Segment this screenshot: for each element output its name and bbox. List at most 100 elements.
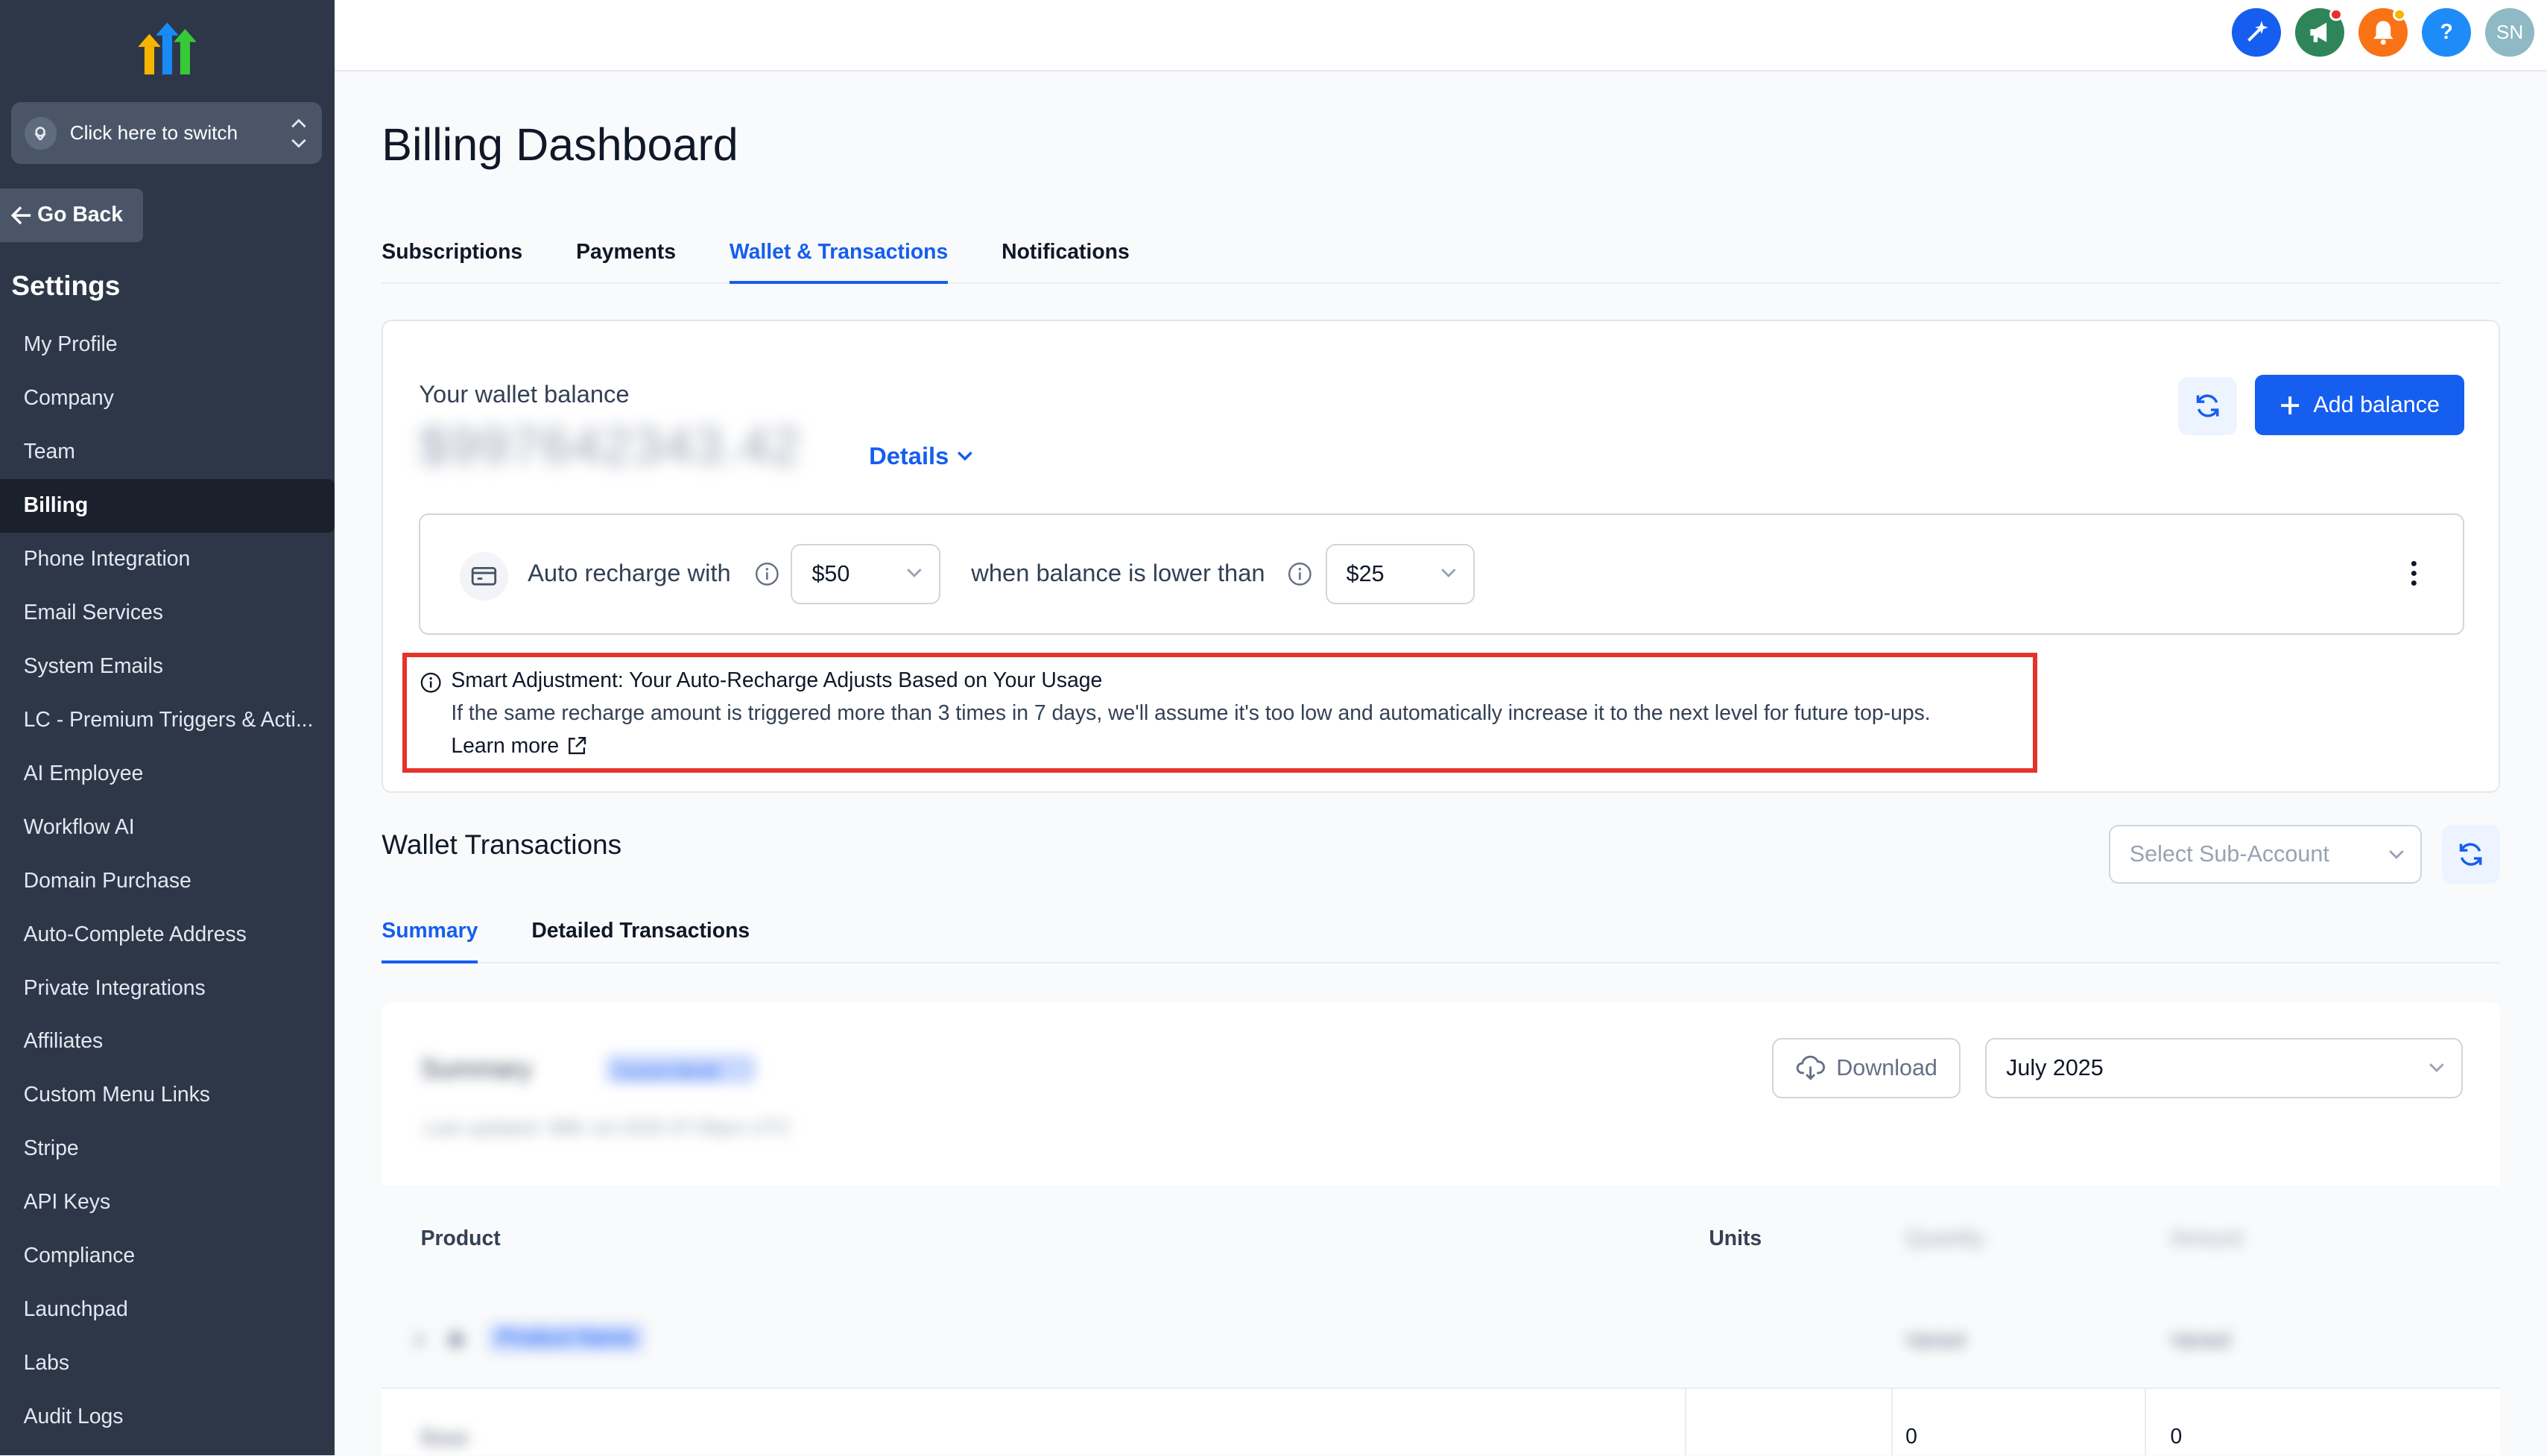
sidebar-item-ai-employee[interactable]: AI Employee <box>0 747 335 801</box>
month-select[interactable]: July 2025 <box>1984 1038 2463 1098</box>
sidebar-item-labs[interactable]: Labs <box>0 1337 335 1390</box>
settings-nav: My Profile Company Team Billing Phone In… <box>0 318 335 1444</box>
info-icon[interactable] <box>1288 562 1312 586</box>
threshold-amount-select[interactable]: $25 <box>1325 543 1475 604</box>
chevron-up-down-icon <box>291 118 306 148</box>
row-name: Base <box>420 1425 469 1450</box>
column-divider <box>1891 1388 1893 1456</box>
refresh-icon <box>2459 843 2482 866</box>
switcher-label: Click here to switch <box>69 121 238 145</box>
threshold-amount-value: $25 <box>1346 560 1385 586</box>
notifications-button[interactable] <box>2358 7 2408 57</box>
sidebar-item-workflow-ai[interactable]: Workflow AI <box>0 801 335 855</box>
sidebar-item-api-keys[interactable]: API Keys <box>0 1176 335 1229</box>
tab-wallet-transactions[interactable]: Wallet & Transactions <box>729 224 949 285</box>
billing-tabs: Subscriptions Payments Wallet & Transact… <box>382 224 2501 285</box>
row-amount: 0 <box>2170 1424 2183 1449</box>
tab-subscriptions[interactable]: Subscriptions <box>382 224 522 285</box>
settings-title: Settings <box>11 269 121 301</box>
table-row: Base 0 0 <box>382 1387 2501 1456</box>
month-value: July 2025 <box>2006 1054 2104 1080</box>
recharge-amount-select[interactable]: $50 <box>791 543 940 604</box>
tab-payments[interactable]: Payments <box>576 224 676 285</box>
sidebar-item-premium-triggers[interactable]: LC - Premium Triggers & Acti... <box>0 694 335 747</box>
tab-summary[interactable]: Summary <box>382 906 478 963</box>
learn-more-link[interactable]: Learn more <box>451 734 586 759</box>
sidebar-item-domain-purchase[interactable]: Domain Purchase <box>0 855 335 908</box>
transactions-tabs: Summary Detailed Transactions <box>382 906 2501 963</box>
notification-dot <box>2329 7 2343 22</box>
account-switcher[interactable]: Click here to switch <box>11 102 322 165</box>
app-logo-icon[interactable] <box>136 21 198 79</box>
row-quantity: 0 <box>1905 1424 1917 1449</box>
details-toggle[interactable]: Details <box>869 442 973 470</box>
product-name[interactable]: Product Name <box>489 1323 644 1352</box>
summary-period-label: Current Month <box>616 1062 720 1081</box>
summary-period-pill: Current Month <box>606 1054 756 1084</box>
sidebar: Click here to switch Go Back Settings My… <box>0 0 335 1456</box>
header-quantity: Quantity <box>1905 1226 1984 1250</box>
sidebar-item-launchpad[interactable]: Launchpad <box>0 1283 335 1337</box>
sidebar-item-custom-menu-links[interactable]: Custom Menu Links <box>0 1069 335 1122</box>
recharge-amount-value: $50 <box>811 560 850 586</box>
refresh-icon <box>2196 394 2219 417</box>
sidebar-item-audit-logs[interactable]: Audit Logs <box>0 1390 335 1444</box>
sidebar-item-team[interactable]: Team <box>0 425 335 479</box>
table-header: Product Units Quantity Amount <box>382 1186 2501 1290</box>
ai-sparkle-button[interactable] <box>2232 7 2281 57</box>
announcements-button[interactable] <box>2295 7 2344 57</box>
go-back-label: Go Back <box>37 203 124 227</box>
refresh-balance-button[interactable] <box>2178 376 2237 436</box>
sidebar-item-private-integrations[interactable]: Private Integrations <box>0 962 335 1016</box>
sidebar-item-company[interactable]: Company <box>0 372 335 425</box>
tab-notifications[interactable]: Notifications <box>1002 224 1130 285</box>
sidebar-item-affiliates[interactable]: Affiliates <box>0 1015 335 1069</box>
table-row[interactable]: Product Name Varied Varied <box>382 1289 2501 1387</box>
wallet-balance-label: Your wallet balance <box>419 379 630 408</box>
chevron-down-icon <box>907 569 922 578</box>
page-title: Billing Dashboard <box>382 119 738 171</box>
sidebar-item-email-services[interactable]: Email Services <box>0 586 335 640</box>
chevron-down-icon <box>2388 850 2404 859</box>
help-question-icon: ? <box>2440 20 2453 45</box>
sidebar-item-system-emails[interactable]: System Emails <box>0 640 335 694</box>
header-product: Product <box>420 1226 501 1250</box>
add-balance-button[interactable]: Add balance <box>2254 375 2464 436</box>
top-bar: ? SN <box>335 0 2547 72</box>
sidebar-item-auto-complete-address[interactable]: Auto-Complete Address <box>0 908 335 962</box>
column-divider <box>1684 1388 1686 1456</box>
external-link-icon <box>569 737 586 755</box>
user-avatar[interactable]: SN <box>2485 7 2534 57</box>
download-button[interactable]: Download <box>1772 1038 1961 1098</box>
smart-adjustment-notice: Smart Adjustment: Your Auto-Recharge Adj… <box>402 653 2037 773</box>
help-button[interactable]: ? <box>2422 7 2471 57</box>
chevron-right-icon[interactable] <box>414 1332 424 1349</box>
sidebar-item-my-profile[interactable]: My Profile <box>0 318 335 372</box>
row-amount: Varied <box>2170 1329 2230 1353</box>
product-icon <box>448 1332 465 1349</box>
tab-detailed-transactions[interactable]: Detailed Transactions <box>531 906 750 963</box>
download-label: Download <box>1836 1054 1937 1080</box>
add-balance-label: Add balance <box>2313 392 2440 418</box>
summary-subtitle: Last updated: 08th Jul 2025 07:00pm UTC <box>423 1115 791 1139</box>
sub-account-select[interactable]: Select Sub-Account <box>2108 825 2423 884</box>
sidebar-item-compliance[interactable]: Compliance <box>0 1229 335 1283</box>
more-vertical-icon[interactable] <box>2411 560 2417 586</box>
header-units: Units <box>1709 1226 1762 1250</box>
sub-account-placeholder: Select Sub-Account <box>2129 841 2329 867</box>
go-back-button[interactable]: Go Back <box>0 188 143 242</box>
sidebar-item-billing[interactable]: Billing <box>0 479 335 534</box>
smart-adjustment-body: If the same recharge amount is triggered… <box>451 701 1931 726</box>
arrow-left-icon <box>11 206 31 224</box>
refresh-transactions-button[interactable] <box>2441 825 2500 884</box>
sidebar-item-stripe[interactable]: Stripe <box>0 1122 335 1176</box>
info-icon[interactable] <box>755 562 779 586</box>
sparkle-wand-icon <box>2247 21 2268 42</box>
location-switch-icon <box>24 116 57 150</box>
details-label: Details <box>869 441 949 469</box>
recharge-card-icon <box>459 551 508 601</box>
megaphone-icon <box>2310 22 2326 42</box>
info-icon <box>420 672 441 693</box>
wallet-transactions-title: Wallet Transactions <box>382 828 622 860</box>
sidebar-item-phone-integration[interactable]: Phone Integration <box>0 533 335 586</box>
